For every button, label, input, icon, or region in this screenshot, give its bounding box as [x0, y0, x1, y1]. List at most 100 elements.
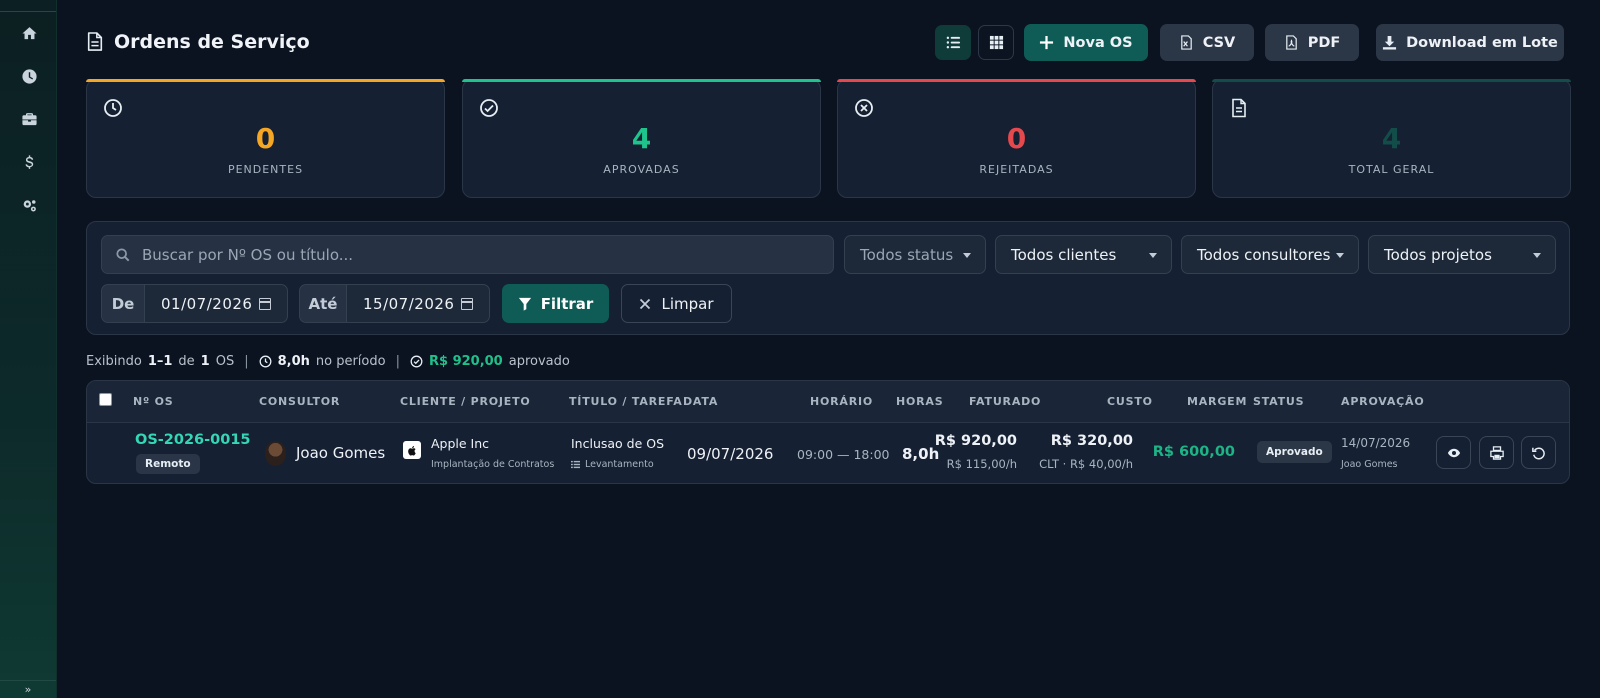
to-date-input[interactable]: 15/07/2026: [346, 284, 490, 323]
os-date: 09/07/2026: [687, 445, 774, 463]
home-icon[interactable]: [16, 20, 42, 46]
close-icon: [640, 298, 651, 309]
stat-label: REJEITADAS: [979, 163, 1054, 176]
print-button[interactable]: [1479, 436, 1514, 469]
column-task[interactable]: TÍTULO / TAREFA: [569, 395, 683, 408]
view-button[interactable]: [1436, 436, 1471, 469]
status-badge: Aprovado: [1257, 441, 1332, 463]
mode-badge: Remoto: [136, 454, 200, 474]
to-date-value: 15/07/2026: [363, 294, 455, 313]
column-date[interactable]: DATA: [683, 395, 718, 408]
column-status[interactable]: STATUS: [1253, 395, 1304, 408]
stat-card-total: 4 TOTAL GERAL: [1212, 79, 1571, 198]
summary-separator: |: [395, 353, 400, 369]
list-view-button[interactable]: [935, 25, 971, 60]
projects-select[interactable]: Todos projetos: [1368, 235, 1556, 274]
consultant-name: Joao Gomes: [296, 444, 386, 462]
csv-button[interactable]: CSV: [1160, 24, 1254, 61]
column-cost[interactable]: CUSTO: [1107, 395, 1153, 408]
stat-value: 0: [255, 122, 276, 155]
search-input[interactable]: Buscar por Nº OS ou título...: [101, 235, 834, 274]
page-header: Ordens de Serviço Nova OS CSV PDF Downlo…: [86, 22, 1572, 62]
search-icon: [116, 247, 130, 261]
undo-icon: [1531, 447, 1545, 459]
projects-select-value: Todos projetos: [1384, 245, 1492, 264]
new-os-button[interactable]: Nova OS: [1024, 24, 1148, 61]
pdf-button[interactable]: PDF: [1265, 24, 1359, 61]
status-select[interactable]: Todos status: [844, 235, 986, 274]
hours-value: 8,0h: [902, 445, 940, 463]
grid-icon: [989, 35, 1003, 50]
column-hours[interactable]: HORAS: [896, 395, 943, 408]
chevron-down-icon: [1336, 253, 1344, 258]
summary-prefix: Exibindo: [86, 353, 142, 369]
clear-button-label: Limpar: [661, 294, 714, 313]
gears-icon[interactable]: [16, 192, 42, 218]
consultants-select[interactable]: Todos consultores: [1181, 235, 1359, 274]
document-icon: [87, 32, 103, 51]
stat-label: PENDENTES: [227, 163, 304, 176]
stat-card-approved: 4 APROVADAS: [462, 79, 821, 198]
os-number-link[interactable]: OS-2026-0015: [135, 432, 251, 448]
select-all-checkbox[interactable]: [99, 393, 112, 406]
apple-logo-icon: [403, 441, 421, 459]
clear-button[interactable]: Limpar: [621, 284, 732, 323]
summary-hours-suffix: no período: [315, 353, 386, 369]
filter-button[interactable]: Filtrar: [502, 284, 609, 323]
grid-view-button[interactable]: [978, 25, 1014, 60]
new-os-label: Nova OS: [1063, 34, 1133, 51]
revert-button[interactable]: [1521, 436, 1556, 469]
summary-total: 1: [200, 353, 210, 369]
sidebar-expand-button[interactable]: »: [0, 680, 56, 698]
from-date-value: 01/07/2026: [161, 294, 253, 313]
stat-value: 4: [1381, 122, 1402, 155]
client-name: Apple Inc: [431, 436, 490, 451]
project-name: Implantação de Contratos: [431, 459, 555, 470]
task-name-text: Levantamento: [585, 459, 654, 470]
summary-separator: |: [244, 353, 249, 369]
stat-card-pending: 0 PENDENTES: [86, 79, 445, 198]
calendar-icon[interactable]: [259, 298, 271, 310]
x-circle-icon: [855, 99, 873, 117]
column-consultant[interactable]: CONSULTOR: [259, 395, 340, 408]
download-batch-label: Download em Lote: [1406, 34, 1558, 51]
calendar-icon[interactable]: [461, 298, 473, 310]
column-time[interactable]: HORÁRIO: [810, 395, 873, 408]
from-date-input[interactable]: 01/07/2026: [144, 284, 288, 323]
search-placeholder: Buscar por Nº OS ou título...: [142, 245, 354, 264]
table-header: Nº OS CONSULTOR CLIENTE / PROJETO TÍTULO…: [87, 381, 1569, 423]
status-select-value: Todos status: [860, 245, 954, 264]
summary-hours: 8,0h: [277, 353, 310, 369]
pdf-label: PDF: [1307, 34, 1341, 51]
to-date-label: Até: [299, 284, 347, 323]
chevron-down-icon: [1533, 253, 1541, 258]
summary-approved-value: R$ 920,00: [428, 353, 503, 369]
billed-value: R$ 920,00: [934, 433, 1017, 449]
clock-icon: [259, 355, 272, 367]
download-batch-button[interactable]: Download em Lote: [1376, 24, 1564, 61]
stat-accent-bar: [86, 79, 445, 82]
briefcase-icon[interactable]: [16, 106, 42, 132]
dollar-icon[interactable]: [16, 149, 42, 175]
service-orders-table: Nº OS CONSULTOR CLIENTE / PROJETO TÍTULO…: [86, 380, 1570, 484]
stat-accent-bar: [1212, 79, 1571, 82]
column-approval[interactable]: APROVAÇÃO: [1341, 395, 1425, 408]
summary-of: de: [178, 353, 195, 369]
sidebar-divider: [0, 11, 56, 12]
clients-select[interactable]: Todos clientes: [995, 235, 1172, 274]
column-client[interactable]: CLIENTE / PROJETO: [400, 395, 531, 408]
clock-icon[interactable]: [16, 63, 42, 89]
funnel-icon: [518, 297, 531, 311]
document-icon: [1232, 98, 1246, 118]
chevron-down-icon: [963, 253, 971, 258]
avatar: [265, 441, 286, 466]
plus-icon: [1040, 35, 1054, 50]
column-billed[interactable]: FATURADO: [969, 395, 1041, 408]
column-margin[interactable]: MARGEM: [1187, 395, 1247, 408]
column-os[interactable]: Nº OS: [133, 395, 174, 408]
task-title: Inclusao de OS: [571, 436, 665, 451]
stat-value: 0: [1006, 122, 1027, 155]
stat-label: TOTAL GERAL: [1348, 163, 1435, 176]
list-icon: [571, 460, 580, 469]
check-circle-icon: [410, 355, 423, 367]
